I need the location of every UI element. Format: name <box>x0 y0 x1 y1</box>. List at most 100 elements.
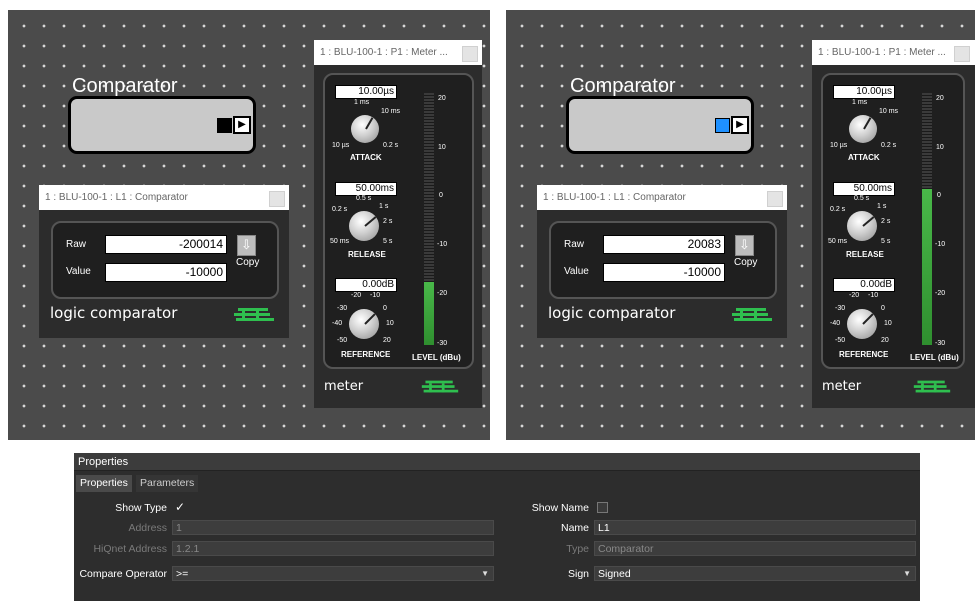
reference-value-field[interactable]: 0.00dB <box>833 278 895 292</box>
release-knob[interactable] <box>349 211 379 241</box>
release-mark-left-top: 0.2 s <box>332 206 348 213</box>
raw-value-field[interactable]: 20083 <box>603 235 725 254</box>
design-canvas-right[interactable]: Comparator ▶ 1 : BLU-100-1 : L1 : Compar… <box>506 10 975 440</box>
release-value-field[interactable]: 50.00ms <box>335 182 397 196</box>
chevron-down-icon[interactable]: ▼ <box>481 567 489 581</box>
window-title[interactable]: 1 : BLU-100-1 : P1 : Meter ... <box>314 40 482 65</box>
window-title[interactable]: 1 : BLU-100-1 : L1 : Comparator <box>537 185 787 210</box>
attack-knob[interactable] <box>351 115 379 143</box>
type-label: Type <box>566 543 589 555</box>
scale-tick: 20 <box>438 95 446 102</box>
scale-tick: -20 <box>935 290 946 297</box>
attack-mark-top: 1 ms <box>852 99 868 106</box>
value-field[interactable]: -10000 <box>603 263 725 282</box>
sign-dropdown[interactable]: Signed ▼ <box>594 566 916 581</box>
scale-tick: -30 <box>935 340 946 347</box>
attack-mark-right: 0.2 s <box>881 142 897 149</box>
attack-value-field[interactable]: 10.00µs <box>335 85 397 99</box>
copy-label[interactable]: Copy <box>734 257 757 268</box>
copy-arrow-icon[interactable]: ⇩ <box>237 235 256 256</box>
tab-properties[interactable]: Properties <box>76 475 132 492</box>
close-icon[interactable] <box>462 46 478 62</box>
logic-comparator-window[interactable]: 1 : BLU-100-1 : L1 : Comparator Raw -200… <box>39 185 289 338</box>
scale-tick: 20 <box>936 95 944 102</box>
comparator-indicator <box>715 118 730 133</box>
name-field[interactable]: L1 <box>594 520 916 535</box>
level-meter-bar <box>922 93 932 345</box>
release-mark-top: 0.5 s <box>356 195 372 202</box>
reference-mark-r1: 0 <box>881 305 885 312</box>
raw-value-field[interactable]: -200014 <box>105 235 227 254</box>
level-meter-bar <box>424 93 434 345</box>
comparator-title: Comparator <box>72 75 178 97</box>
logic-comparator-window[interactable]: 1 : BLU-100-1 : L1 : Comparator Raw 2008… <box>537 185 787 338</box>
sign-label: Sign <box>567 568 589 580</box>
comparator-title: Comparator <box>570 75 676 97</box>
attack-value-field[interactable]: 10.00µs <box>833 85 895 99</box>
release-mark-right-top: 1 s <box>379 203 389 210</box>
tab-parameters[interactable]: Parameters <box>136 475 199 492</box>
release-mark-top: 0.5 s <box>854 195 870 202</box>
comparator-block[interactable]: ▶ <box>566 96 754 154</box>
output-node-icon[interactable]: ▶ <box>731 116 749 134</box>
release-mark-right-bottom: 5 s <box>881 238 891 245</box>
close-icon[interactable] <box>954 46 970 62</box>
attack-mark-top: 1 ms <box>354 99 370 106</box>
meter-window[interactable]: 1 : BLU-100-1 : P1 : Meter ... 10.00µs 1… <box>812 40 975 408</box>
level-label: LEVEL (dBu) <box>910 353 959 362</box>
release-label: RELEASE <box>846 250 884 259</box>
raw-label: Raw <box>66 239 87 250</box>
release-mark-right-bottom: 5 s <box>383 238 393 245</box>
window-title[interactable]: 1 : BLU-100-1 : P1 : Meter ... <box>812 40 975 65</box>
show-name-checkbox[interactable] <box>597 502 608 513</box>
meter-label: meter <box>822 379 862 394</box>
show-type-checkbox[interactable]: ✓ <box>175 500 185 514</box>
release-mark-left: 50 ms <box>330 238 350 245</box>
release-knob[interactable] <box>847 211 877 241</box>
design-canvas-left[interactable]: Comparator ▶ 1 : BLU-100-1 : L1 : Compar… <box>8 10 490 440</box>
release-value-field[interactable]: 50.00ms <box>833 182 895 196</box>
compare-operator-dropdown[interactable]: >= ▼ <box>172 566 494 581</box>
release-mark-right: 2 s <box>881 218 891 225</box>
attack-mark-right-top: 10 ms <box>381 108 401 115</box>
reference-value-field[interactable]: 0.00dB <box>335 278 397 292</box>
reference-knob[interactable] <box>847 309 877 339</box>
reference-mark-t2: -10 <box>370 292 381 299</box>
reference-mark-t1: -20 <box>849 292 860 299</box>
value-label: Value <box>564 266 589 277</box>
reference-label: REFERENCE <box>341 350 391 359</box>
output-node-icon[interactable]: ▶ <box>233 116 251 134</box>
logic-panel: Raw -200014 Value -10000 ⇩ Copy <box>51 221 279 299</box>
logic-panel: Raw 20083 Value -10000 ⇩ Copy <box>549 221 777 299</box>
close-icon[interactable] <box>767 191 783 207</box>
scale-tick: -30 <box>437 340 448 347</box>
reference-mark-b1: -50 <box>835 337 846 344</box>
meter-label: meter <box>324 379 364 394</box>
level-meter-fill <box>424 282 434 345</box>
chevron-down-icon[interactable]: ▼ <box>903 567 911 581</box>
comparator-block[interactable]: ▶ <box>68 96 256 154</box>
attack-mark-left: 10 µs <box>332 142 350 149</box>
hiqnet-address-label: HiQnet Address <box>93 543 167 555</box>
reference-mark-t2: -10 <box>868 292 879 299</box>
scale-tick: -20 <box>437 290 448 297</box>
logic-comparator-label: logic comparator <box>548 304 676 322</box>
bss-logo <box>234 308 274 321</box>
attack-knob[interactable] <box>849 115 877 143</box>
value-field[interactable]: -10000 <box>105 263 227 282</box>
release-label: RELEASE <box>348 250 386 259</box>
scale-tick: 10 <box>438 144 446 151</box>
reference-knob[interactable] <box>349 309 379 339</box>
comparator-indicator <box>217 118 232 133</box>
release-mark-right-top: 1 s <box>877 203 887 210</box>
window-title[interactable]: 1 : BLU-100-1 : L1 : Comparator <box>39 185 289 210</box>
copy-arrow-icon[interactable]: ⇩ <box>735 235 754 256</box>
show-type-label: Show Type <box>115 502 167 514</box>
scale-tick: 10 <box>936 144 944 151</box>
close-icon[interactable] <box>269 191 285 207</box>
copy-label[interactable]: Copy <box>236 257 259 268</box>
type-field: Comparator <box>594 541 916 556</box>
meter-window[interactable]: 1 : BLU-100-1 : P1 : Meter ... 10.00µs 1… <box>314 40 482 408</box>
release-mark-left-top: 0.2 s <box>830 206 846 213</box>
attack-label: ATTACK <box>848 153 880 162</box>
